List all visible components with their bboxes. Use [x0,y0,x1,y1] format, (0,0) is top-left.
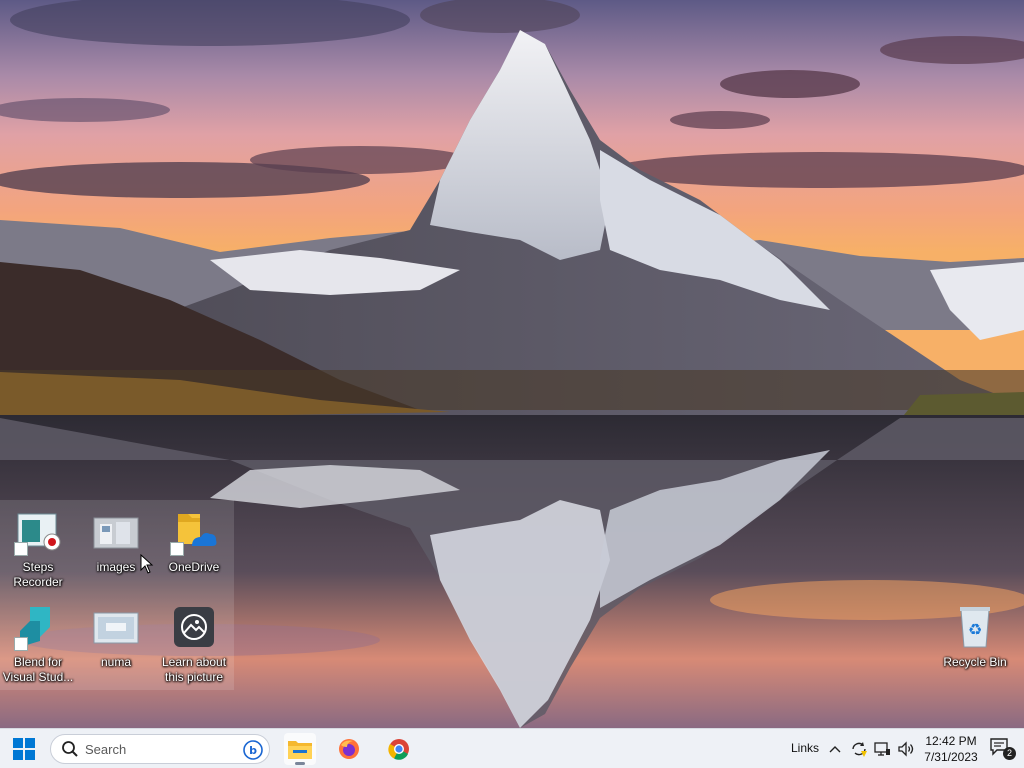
clock-time: 12:42 PM [925,734,977,748]
desktop-icon-onedrive[interactable]: OneDrive [156,502,232,596]
links-toolbar[interactable]: Links [791,741,819,755]
desktop-icon-label: Recycle Bin [943,655,1007,669]
blend-icon [14,603,62,651]
sync-status-button[interactable] [849,739,869,759]
start-button[interactable] [8,733,40,765]
active-app-indicator [295,762,305,765]
notification-count-badge: 2 [1003,747,1016,760]
system-clock[interactable]: 12:42 PM 7/31/2023 [920,733,982,765]
shortcut-arrow-icon [170,542,184,556]
search-icon [55,734,85,764]
windows-logo-icon [13,738,35,760]
image-file-icon [92,603,140,651]
desktop-icon-label: OneDrive [168,560,220,574]
desktop-icon-steps-recorder[interactable]: Steps Recorder [0,502,76,596]
recycle-bin-icon: ♻ [951,603,999,651]
desktop-icon-recycle-bin[interactable]: ♻ Recycle Bin [937,597,1013,691]
network-button[interactable] [872,739,892,759]
learn-picture-icon [170,603,218,651]
speaker-icon [898,741,914,757]
mouse-cursor-icon [140,554,154,574]
desktop-icon-label: Steps Recorder [13,560,63,589]
svg-text:♻: ♻ [968,620,982,639]
volume-button[interactable] [896,739,916,759]
shortcut-arrow-icon [14,542,28,556]
desktop-icon-learn-about-picture[interactable]: Learn about this picture [156,597,232,691]
taskbar-app-chrome[interactable] [383,733,415,765]
taskbar-search-box[interactable]: b [50,734,270,764]
desktop-icon-blend[interactable]: Blend for Visual Stud... [0,597,76,691]
desktop-icon-label: Blend for Visual Stud... [2,655,74,684]
notification-center-button[interactable]: 2 [990,738,1016,760]
show-hidden-icons-button[interactable] [825,739,845,759]
taskbar: b Links [0,728,1024,768]
desktop-icon-label: Learn about this picture [161,655,227,684]
steps-recorder-icon [14,508,62,556]
onedrive-icon [170,508,218,556]
firefox-icon [339,739,359,759]
svg-text:b: b [249,744,257,757]
chrome-icon [388,739,409,760]
desktop-icon-numa[interactable]: numa [78,597,154,691]
clock-date: 7/31/2023 [924,750,978,764]
desktop-icon-label: numa [100,655,132,669]
image-folder-icon [92,508,140,556]
desktop-icon-images[interactable]: images [78,502,154,596]
taskbar-app-file-explorer[interactable] [284,733,316,765]
chevron-up-icon [829,746,841,753]
shortcut-arrow-icon [14,637,28,651]
bing-chat-icon[interactable]: b [241,738,265,762]
file-explorer-icon [288,741,312,759]
sync-warning-icon [852,742,867,757]
taskbar-app-firefox[interactable] [333,733,365,765]
search-input[interactable] [85,741,235,757]
network-icon [874,742,890,756]
